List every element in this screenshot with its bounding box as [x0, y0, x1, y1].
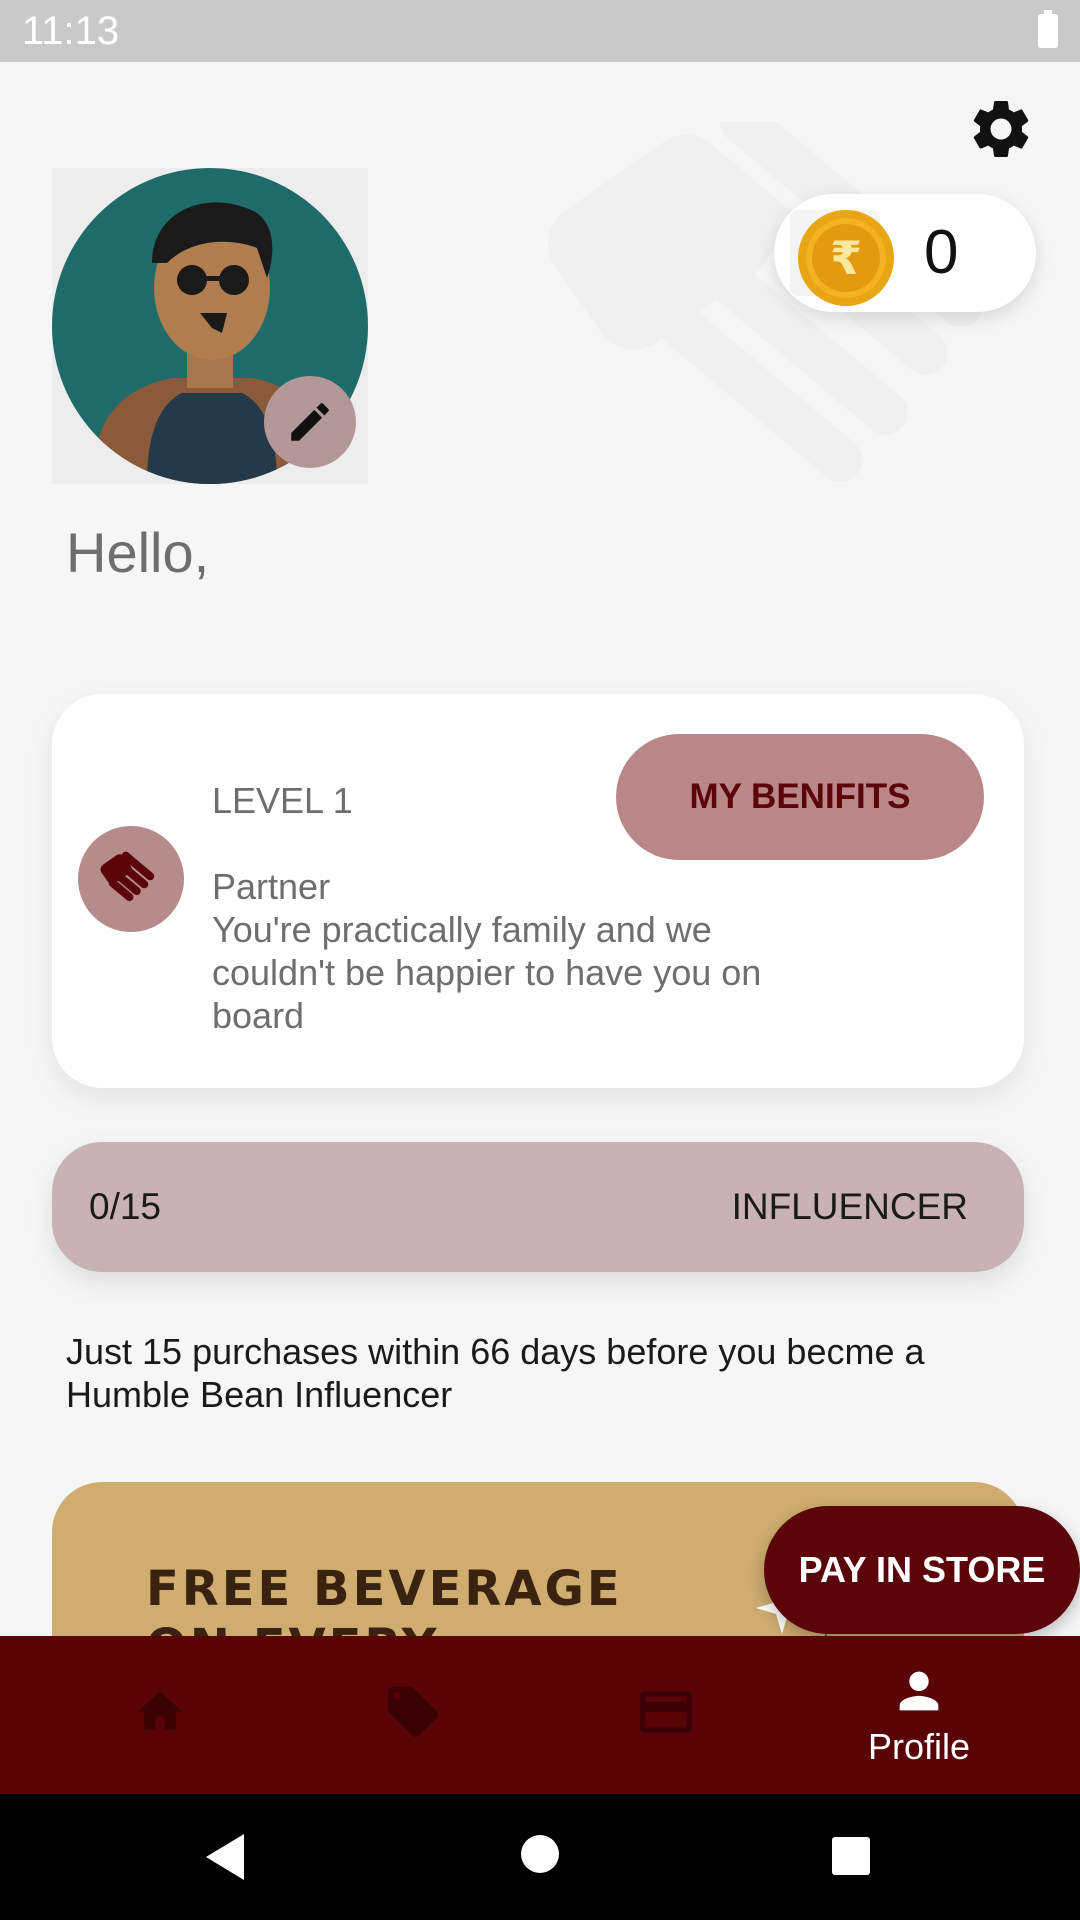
- home-circle-icon[interactable]: [520, 1834, 560, 1874]
- pencil-icon: [291, 403, 329, 441]
- purchase-progress-bar: 0/15 INFLUENCER: [52, 1142, 1024, 1272]
- pay-in-store-button[interactable]: PAY IN STORE: [764, 1506, 1080, 1634]
- nav-item-card[interactable]: [556, 1636, 776, 1794]
- purchase-note: Just 15 purchases within 66 days before …: [66, 1331, 925, 1415]
- profile-screen: ₹ 0 Hello, LEVEL 1 Partner You're practi…: [0, 62, 1080, 1636]
- my-benefits-button[interactable]: MY BENIFITS: [616, 734, 984, 860]
- nav-item-offers[interactable]: [303, 1636, 523, 1794]
- nav-item-profile[interactable]: Profile: [809, 1636, 1029, 1794]
- system-navigation-bar: [0, 1794, 1080, 1920]
- home-icon: [137, 1691, 183, 1730]
- nav-label-profile: Profile: [867, 1726, 971, 1767]
- level-card: LEVEL 1 Partner You're practically famil…: [52, 694, 1024, 1088]
- handshake-icon: [100, 851, 155, 902]
- coin-count: 0: [924, 218, 959, 287]
- nav-item-home[interactable]: [50, 1636, 270, 1794]
- tier-description: You're practically family and we couldn'…: [212, 909, 762, 1036]
- card-icon: [640, 1691, 692, 1733]
- settings-gear-icon[interactable]: [966, 94, 1036, 164]
- bottom-navigation: Profile: [0, 1636, 1080, 1794]
- greeting-text: Hello,: [66, 521, 210, 584]
- level-title: LEVEL 1: [212, 780, 353, 821]
- tier-name: Partner: [212, 866, 331, 907]
- level-badge: [78, 826, 184, 932]
- recents-icon[interactable]: [831, 1836, 871, 1876]
- handshake-watermark-icon: [547, 122, 984, 482]
- rupee-coin-icon: ₹: [798, 210, 894, 306]
- status-time: 11:13: [22, 9, 120, 53]
- progress-count: 0/15: [89, 1186, 162, 1227]
- svg-text:₹: ₹: [830, 231, 862, 285]
- progress-target-tier: INFLUENCER: [731, 1186, 968, 1227]
- battery-icon: [1038, 10, 1058, 48]
- tag-icon: [388, 1687, 438, 1737]
- back-icon[interactable]: [202, 1832, 246, 1882]
- coin-balance[interactable]: ₹ 0: [774, 194, 1036, 312]
- person-icon: [899, 1671, 939, 1711]
- status-bar: 11:13: [0, 0, 1080, 62]
- edit-avatar-button[interactable]: [264, 376, 356, 468]
- promo-text: FREE BEVERAGE ON EVERY: [146, 1561, 623, 1636]
